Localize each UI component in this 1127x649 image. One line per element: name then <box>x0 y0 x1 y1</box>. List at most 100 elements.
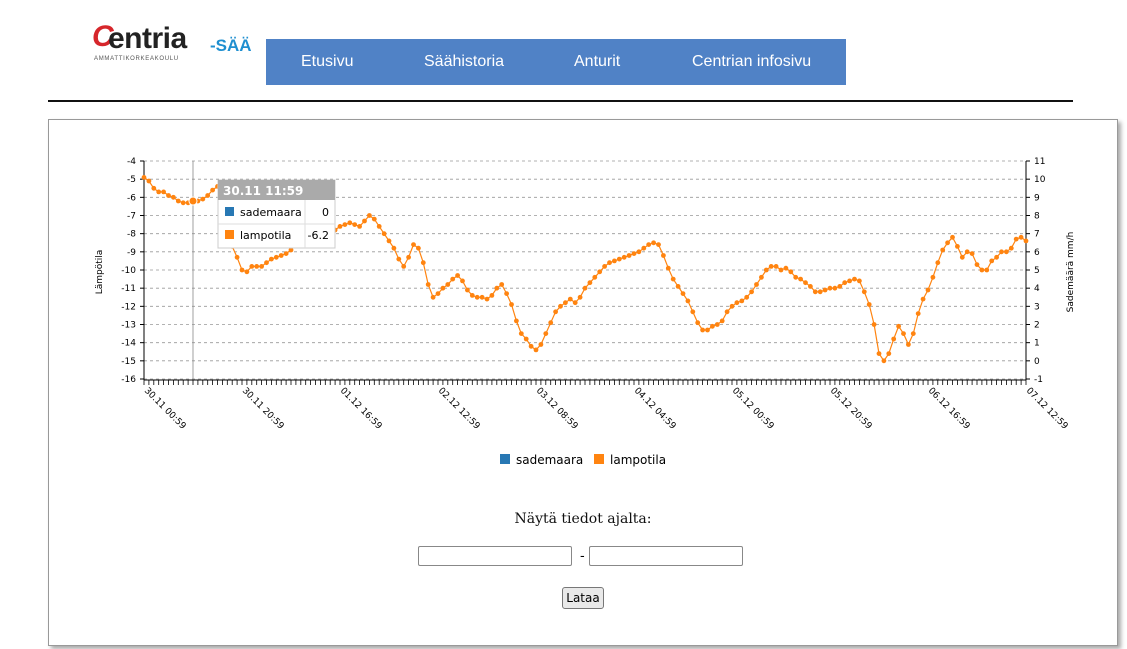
lampotila-point <box>401 264 407 269</box>
right-tick-label: 7 <box>1034 230 1040 240</box>
lampotila-point <box>352 222 358 227</box>
lampotila-point <box>832 285 838 291</box>
lampotila-point <box>151 185 157 191</box>
lampotila-point <box>837 284 843 289</box>
date-range-title: Näytä tiedot ajalta: <box>514 511 652 527</box>
right-tick-label: 2 <box>1034 321 1040 331</box>
lampotila-point <box>1004 249 1009 255</box>
lampotila-point <box>254 264 260 269</box>
lampotila-point <box>886 351 892 356</box>
lampotila-point <box>827 285 833 291</box>
load-button[interactable]: Lataa <box>562 587 604 609</box>
lampotila-point <box>700 327 705 333</box>
lampotila-point <box>759 274 764 280</box>
tooltip-sademaara-value: 0 <box>322 206 329 219</box>
weather-chart[interactable]: -16-15-14-13-12-11-10-9-8-7-6-5-4-101234… <box>49 120 1117 490</box>
lampotila-point <box>641 245 647 251</box>
nav-centrian-infosivu[interactable]: Centrian infosivu <box>692 53 811 71</box>
lampotila-point <box>685 298 691 304</box>
lampotila-point <box>847 278 852 284</box>
lampotila-point <box>999 249 1004 255</box>
lampotila-point <box>631 251 637 256</box>
lampotila-point <box>906 342 911 347</box>
lampotila-point <box>411 242 416 247</box>
lampotila-point <box>670 276 676 282</box>
lampotila-point <box>523 336 529 342</box>
left-tick-label: -6 <box>127 193 136 203</box>
lampotila-point <box>357 224 362 229</box>
lampotila-point <box>1023 238 1029 244</box>
lampotila-point <box>665 265 671 271</box>
left-tick-label: -13 <box>121 321 136 331</box>
legend-lampotila-label: lampotila <box>610 453 666 467</box>
legend-lampotila-swatch <box>594 454 604 464</box>
left-tick-label: -10 <box>121 266 136 276</box>
right-tick-label: 1 <box>1034 339 1040 349</box>
lampotila-point <box>469 293 475 298</box>
lampotila-point <box>705 327 710 333</box>
lampotila-point <box>563 300 568 306</box>
lampotila-point <box>244 269 250 275</box>
lampotila-point <box>817 289 823 295</box>
lampotila-point <box>504 291 509 296</box>
lampotila-point <box>264 260 269 266</box>
right-tick-label: 4 <box>1034 284 1040 294</box>
lampotila-point <box>803 280 808 286</box>
lampotila-point <box>175 198 181 204</box>
lampotila-point <box>460 278 465 284</box>
nav-saahistoria[interactable]: Säähistoria <box>424 53 504 71</box>
lampotila-point <box>695 320 701 326</box>
lampotila-point <box>636 249 642 255</box>
right-tick-label: 3 <box>1034 302 1040 312</box>
lampotila-point <box>558 303 563 309</box>
lampotila-point <box>661 253 666 258</box>
lampotila-point <box>783 265 789 271</box>
lampotila-point <box>435 291 441 296</box>
lampotila-point <box>974 262 980 267</box>
lampotila-point <box>1018 234 1024 240</box>
logo-wordmark: entria <box>108 22 187 55</box>
lampotila-point <box>210 187 216 193</box>
right-tick-label: 8 <box>1034 212 1040 222</box>
end-date-input[interactable] <box>589 546 743 566</box>
lampotila-point <box>612 258 617 264</box>
lampotila-point <box>690 309 696 315</box>
lampotila-point <box>420 260 426 266</box>
lampotila-point <box>866 302 872 307</box>
lampotila-point <box>852 276 857 282</box>
lampotila-point <box>180 200 186 206</box>
lampotila-point <box>602 264 607 269</box>
lampotila-point <box>763 267 769 273</box>
right-axis-title: Sademäärä mm/h <box>1066 232 1076 313</box>
lampotila-point <box>156 189 162 195</box>
lampotila-point <box>171 194 176 200</box>
lampotila-point <box>249 264 255 269</box>
lampotila-point <box>959 254 965 260</box>
lampotila-point <box>616 256 622 262</box>
tooltip-lampotila-label: lampotila <box>240 229 291 242</box>
lampotila-point <box>509 302 514 307</box>
nav-etusivu[interactable]: Etusivu <box>301 53 353 71</box>
lampotila-point <box>440 285 446 291</box>
right-tick-label: -1 <box>1034 375 1043 385</box>
x-tick-label: 06.12 16:59 <box>926 386 972 432</box>
tooltip-lampotila-value: -6.2 <box>308 229 329 242</box>
lampotila-point <box>381 231 387 237</box>
lampotila-point <box>925 287 931 293</box>
lampotila-point <box>425 282 431 287</box>
lampotila-point <box>871 322 877 327</box>
centria-saa-logo[interactable]: C entria -SÄÄ AMMATTIKORKEAKOULU <box>92 20 262 68</box>
lampotila-point <box>269 256 274 262</box>
lampotila-point <box>141 175 147 180</box>
lampotila-point <box>901 331 906 336</box>
lampotila-point <box>626 253 632 258</box>
lampotila-point <box>842 280 848 286</box>
nav-anturit[interactable]: Anturit <box>574 53 620 71</box>
start-date-input[interactable] <box>418 546 572 566</box>
lampotila-point <box>719 318 725 324</box>
chart-legend: sademaara lampotila <box>500 453 666 467</box>
lampotila-point <box>744 294 750 300</box>
lampotila-point <box>396 256 402 262</box>
lampotila-point <box>876 351 882 356</box>
lampotila-point <box>768 264 774 269</box>
